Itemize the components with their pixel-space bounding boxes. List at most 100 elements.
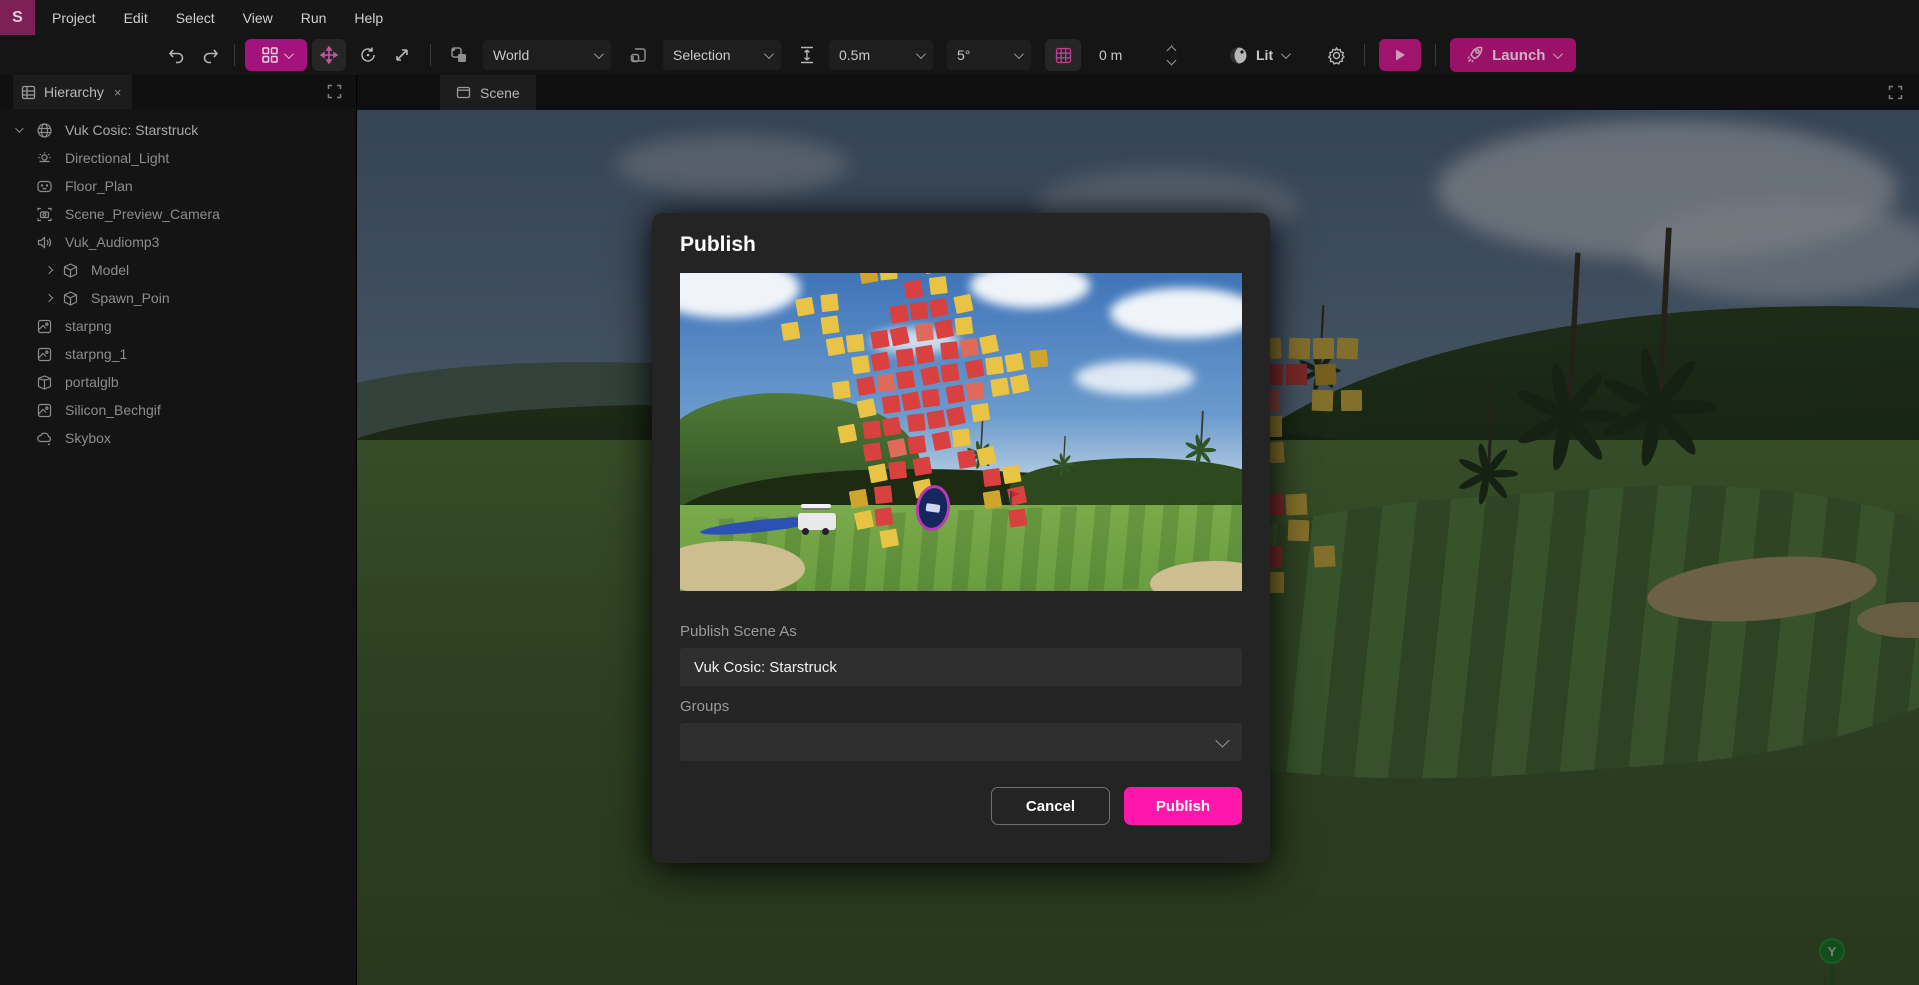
tab-scene[interactable]: Scene — [440, 75, 536, 110]
redo-button[interactable] — [196, 41, 224, 69]
menu-item-edit[interactable]: Edit — [115, 2, 157, 34]
star-cube — [904, 279, 924, 299]
hierarchy-tab[interactable]: Hierarchy × — [13, 75, 132, 109]
star-cube — [863, 420, 882, 439]
render-mode-value: Lit — [1256, 47, 1273, 63]
hierarchy-item-label: Directional_Light — [65, 150, 169, 166]
star-cube — [912, 456, 932, 476]
star-cube — [1008, 509, 1027, 528]
hierarchy-item-label: Vuk_Audiomp3 — [65, 234, 159, 250]
menu-item-select[interactable]: Select — [167, 2, 224, 34]
launch-button[interactable]: Launch — [1450, 38, 1576, 72]
groups-dropdown[interactable] — [680, 723, 1242, 761]
toolbar: World Selection 0.5m 5° 0 m — [0, 35, 1919, 75]
hierarchy-item-skybox[interactable]: Skybox — [0, 424, 356, 452]
pivot-mode-icon[interactable] — [625, 41, 653, 69]
chevron-right-icon[interactable] — [36, 267, 62, 273]
chevron-right-icon[interactable] — [36, 295, 62, 301]
move-tool-button[interactable] — [312, 39, 346, 71]
hierarchy-item-spawn-poin[interactable]: Spawn_Poin — [0, 284, 356, 312]
dialog-title: Publish — [680, 233, 1242, 257]
grid-snap-button[interactable] — [1045, 39, 1081, 71]
star-cube — [957, 449, 976, 468]
stepper-arrows-icon[interactable] — [1168, 47, 1175, 64]
move-snap-dropdown[interactable]: 0.5m — [829, 40, 933, 70]
hierarchy-item-vuk-audiomp3[interactable]: Vuk_Audiomp3 — [0, 228, 356, 256]
star-cube — [826, 337, 846, 357]
undo-button[interactable] — [162, 41, 190, 69]
play-button[interactable] — [1379, 39, 1421, 71]
grid-height-stepper[interactable]: 0 m — [1089, 40, 1185, 70]
star-cube — [856, 376, 876, 396]
star-cube — [846, 334, 865, 353]
star-cube — [921, 389, 940, 408]
launch-label: Launch — [1492, 47, 1545, 64]
cube-icon — [62, 262, 79, 279]
move-snap-icon[interactable] — [793, 41, 821, 69]
transform-space-icon[interactable] — [445, 41, 473, 69]
skybox-icon — [36, 430, 53, 447]
scene-name-input[interactable] — [680, 648, 1242, 686]
hierarchy-tab-close-icon[interactable]: × — [114, 85, 122, 100]
star-cube — [929, 276, 948, 295]
render-mode-dropdown[interactable]: Lit — [1219, 40, 1298, 70]
app-logo[interactable]: S — [0, 0, 35, 35]
menu-item-help[interactable]: Help — [345, 2, 392, 34]
hierarchy-item-model[interactable]: Model — [0, 256, 356, 284]
viewport-tab-strip: Scene — [357, 75, 1919, 110]
rotate-tool-button[interactable] — [354, 41, 382, 69]
hierarchy-item-portalglb[interactable]: portalglb — [0, 368, 356, 396]
star-cube — [940, 341, 959, 360]
star-cube — [837, 424, 857, 444]
star-cube — [966, 382, 985, 401]
transform-space-dropdown[interactable]: World — [483, 40, 611, 70]
star-cube — [887, 438, 907, 458]
camera-icon — [36, 206, 53, 223]
hierarchy-item-directional-light[interactable]: Directional_Light — [0, 144, 356, 172]
star-cube — [1004, 353, 1024, 373]
hierarchy-table-icon — [21, 85, 36, 100]
star-cube — [1010, 374, 1030, 394]
star-cube — [946, 384, 966, 404]
star-cube — [781, 321, 800, 340]
rotate-snap-dropdown[interactable]: 5° — [947, 40, 1031, 70]
star-cube — [870, 330, 889, 349]
rocket-icon — [1466, 46, 1484, 64]
scene-preview-image — [680, 273, 1242, 591]
star-cube — [929, 298, 948, 317]
transform-space-value: World — [493, 47, 529, 63]
cancel-button[interactable]: Cancel — [991, 787, 1110, 825]
hierarchy-item-silicon-bechgif[interactable]: Silicon_Bechgif — [0, 396, 356, 424]
floor-plan-icon — [36, 178, 53, 195]
publish-button[interactable]: Publish — [1124, 787, 1242, 825]
star-cube — [920, 366, 940, 386]
menu-item-project[interactable]: Project — [43, 2, 105, 34]
lit-sphere-icon — [1229, 46, 1248, 65]
pivot-mode-dropdown[interactable]: Selection — [663, 40, 781, 70]
hierarchy-item-label: Model — [91, 262, 129, 278]
hierarchy-item-scene-preview-camera[interactable]: Scene_Preview_Camera — [0, 200, 356, 228]
hierarchy-expand-icon[interactable] — [327, 84, 342, 99]
star-cube — [983, 490, 1002, 509]
star-cube — [888, 461, 907, 480]
hierarchy-item-vuk-cosic-starstruck[interactable]: Vuk Cosic: Starstruck — [0, 116, 356, 144]
settings-gear-icon[interactable] — [1322, 41, 1350, 69]
scale-tool-button[interactable] — [388, 41, 416, 69]
hierarchy-item-floor-plan[interactable]: Floor_Plan — [0, 172, 356, 200]
menu-item-run[interactable]: Run — [292, 2, 336, 34]
image-icon — [36, 346, 53, 363]
star-cube — [890, 326, 910, 346]
menu-item-view[interactable]: View — [234, 2, 282, 34]
star-cube — [926, 410, 945, 429]
hierarchy-item-starpng[interactable]: starpng — [0, 312, 356, 340]
audio-icon — [36, 234, 53, 251]
hierarchy-item-starpng-1[interactable]: starpng_1 — [0, 340, 356, 368]
star-cube — [879, 273, 898, 281]
select-tool-button[interactable] — [245, 39, 307, 71]
star-cube — [882, 417, 902, 437]
star-cube — [868, 463, 888, 483]
chevron-down-icon[interactable] — [5, 127, 31, 133]
model-cube-icon — [36, 374, 53, 391]
viewport-expand-icon[interactable] — [1888, 85, 1903, 100]
scene-tab-label: Scene — [480, 85, 520, 101]
